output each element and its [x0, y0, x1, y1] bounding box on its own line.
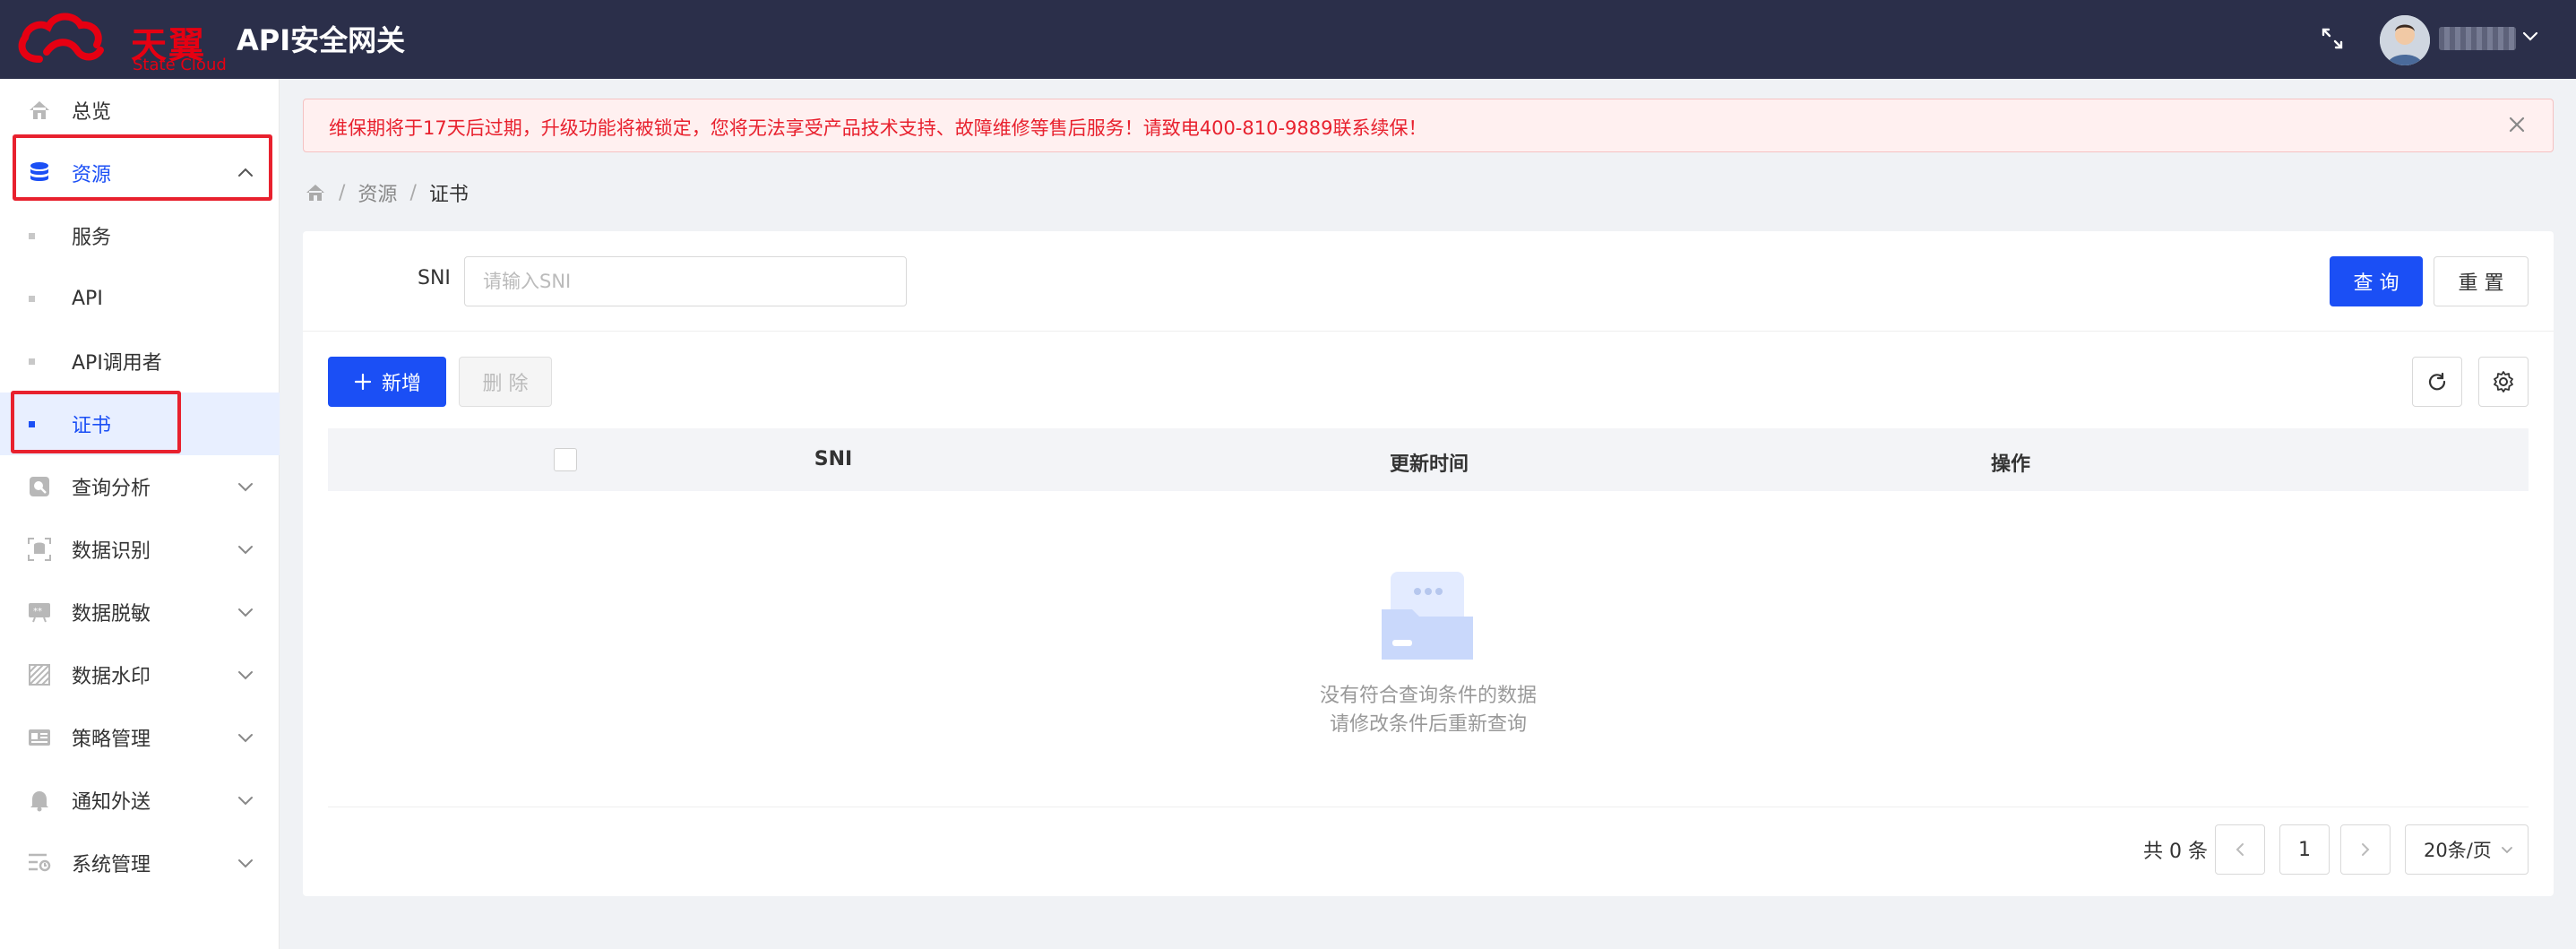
sidebar-item-services[interactable]: 服务	[0, 204, 280, 267]
empty-folder-icon	[1382, 572, 1473, 660]
close-icon[interactable]	[2505, 113, 2529, 136]
sidebar-item-label: 数据脱敏	[72, 603, 151, 625]
breadcrumb-separator: /	[339, 181, 346, 204]
chevron-down-icon	[238, 671, 253, 680]
query-button[interactable]: 查 询	[2330, 256, 2423, 306]
sidebar-item-label: 数据水印	[72, 666, 151, 688]
column-header-updated-time[interactable]: 更新时间	[1390, 448, 1469, 477]
column-settings-button[interactable]	[2478, 357, 2529, 407]
main-panel: SNI 查 询 重 置 新增 删 除 SNI 更新时间 操作	[303, 231, 2554, 896]
user-avatar-icon	[2380, 15, 2430, 65]
sidebar-item-query-analysis[interactable]: 查询分析	[0, 455, 280, 518]
sidebar-item-api[interactable]: API	[0, 267, 280, 330]
logo[interactable]: 天翼云 State Cloud	[14, 7, 229, 118]
add-button[interactable]: 新增	[328, 357, 446, 407]
sidebar-item-data-identify[interactable]: 数据识别	[0, 518, 280, 581]
sidebar-item-data-watermark[interactable]: 数据水印	[0, 643, 280, 706]
breadcrumb-separator: /	[409, 181, 417, 204]
sidebar-item-system-management[interactable]: 系统管理	[0, 832, 280, 894]
plus-icon	[354, 373, 372, 391]
delete-button[interactable]: 删 除	[459, 357, 552, 407]
chevron-down-icon	[238, 797, 253, 806]
highlight-box-resources	[13, 134, 272, 201]
avatar[interactable]	[2380, 15, 2430, 65]
data-identify-icon	[28, 538, 51, 561]
sidebar-item-policy-management[interactable]: 策略管理	[0, 706, 280, 769]
sidebar-item-overview[interactable]: 总览	[0, 79, 280, 142]
refresh-icon	[2428, 372, 2446, 391]
chevron-down-icon	[238, 734, 253, 743]
sidebar-item-label: 通知外送	[72, 791, 151, 814]
chevron-down-icon	[238, 608, 253, 617]
policy-icon	[29, 729, 50, 746]
reset-button[interactable]: 重 置	[2434, 256, 2529, 306]
logo-subtitle: State Cloud	[133, 56, 227, 74]
empty-state-hint: 请修改条件后重新查询	[1329, 713, 1528, 736]
breadcrumb: / 资源 / 证书	[305, 177, 469, 208]
app-title: API安全网关	[237, 23, 406, 57]
refresh-button[interactable]	[2412, 357, 2462, 407]
search-form: SNI 查 询 重 置	[303, 231, 2554, 332]
watermark-icon	[29, 664, 50, 686]
column-header-actions: 操作	[1990, 453, 2031, 476]
select-all-checkbox[interactable]	[554, 448, 577, 471]
sidebar-item-label: 策略管理	[72, 729, 151, 751]
add-button-label: 新增	[381, 373, 421, 395]
sidebar-item-label: 查询分析	[72, 478, 151, 500]
sni-search-input[interactable]	[464, 256, 907, 306]
prev-page-button[interactable]	[2215, 824, 2265, 875]
chevron-left-icon	[2236, 843, 2244, 856]
chevron-down-icon	[2501, 847, 2512, 854]
next-page-button[interactable]	[2340, 824, 2391, 875]
chevron-down-icon	[238, 859, 253, 868]
chevron-right-icon	[2362, 843, 2370, 856]
alert-message: 维保期将于17天后过期，升级功能将被锁定，您将无法享受产品技术支持、故障维修等售…	[329, 117, 1427, 139]
page-size-select[interactable]: 20条/页	[2405, 824, 2529, 875]
home-icon[interactable]	[305, 182, 326, 203]
sidebar-item-label: 数据识别	[72, 540, 151, 563]
highlight-box-certificates	[11, 391, 181, 453]
empty-state-message: 没有符合查询条件的数据	[1319, 685, 1538, 707]
page-size-value: 20条/页	[2424, 840, 2492, 861]
sidebar-item-label: 服务	[72, 227, 112, 249]
expiry-alert-banner: 维保期将于17天后过期，升级功能将被锁定，您将无法享受产品技术支持、故障维修等售…	[303, 99, 2554, 152]
bell-icon	[30, 791, 48, 812]
chevron-down-icon[interactable]	[2520, 25, 2541, 47]
sidebar-item-notifications[interactable]: 通知外送	[0, 769, 280, 832]
page-number-button[interactable]: 1	[2279, 824, 2330, 875]
sni-label: SNI	[418, 267, 451, 289]
sidebar-item-label: API	[72, 287, 103, 310]
analysis-icon	[30, 477, 49, 496]
breadcrumb-resources[interactable]: 资源	[358, 178, 397, 207]
sidebar-item-label: API调用者	[72, 352, 162, 375]
bullet-icon	[29, 233, 35, 239]
table-header: SNI 更新时间 操作	[328, 428, 2529, 491]
sidebar-item-data-masking[interactable]: ** 数据脱敏	[0, 581, 280, 643]
sidebar-item-label: 系统管理	[72, 854, 151, 876]
bullet-icon	[29, 296, 35, 302]
breadcrumb-current: 证书	[428, 184, 469, 206]
cloud-logo-icon	[18, 13, 104, 63]
username-masked[interactable]	[2439, 27, 2516, 50]
svg-text:**: **	[33, 607, 42, 617]
column-header-sni[interactable]: SNI	[814, 448, 852, 470]
chevron-down-icon	[238, 483, 253, 492]
home-icon	[30, 101, 49, 119]
sidebar-item-api-callers[interactable]: API调用者	[0, 330, 280, 393]
bullet-icon	[29, 358, 35, 365]
system-icon	[29, 853, 51, 872]
chevron-down-icon	[238, 546, 253, 555]
sidebar-item-label: 总览	[72, 101, 112, 124]
fullscreen-icon[interactable]	[2319, 25, 2346, 52]
gear-icon	[2494, 371, 2513, 393]
top-header: 天翼云 State Cloud API安全网关	[0, 0, 2576, 118]
pagination-total: 共 0 条	[2143, 841, 2208, 863]
data-mask-icon: **	[29, 603, 50, 623]
